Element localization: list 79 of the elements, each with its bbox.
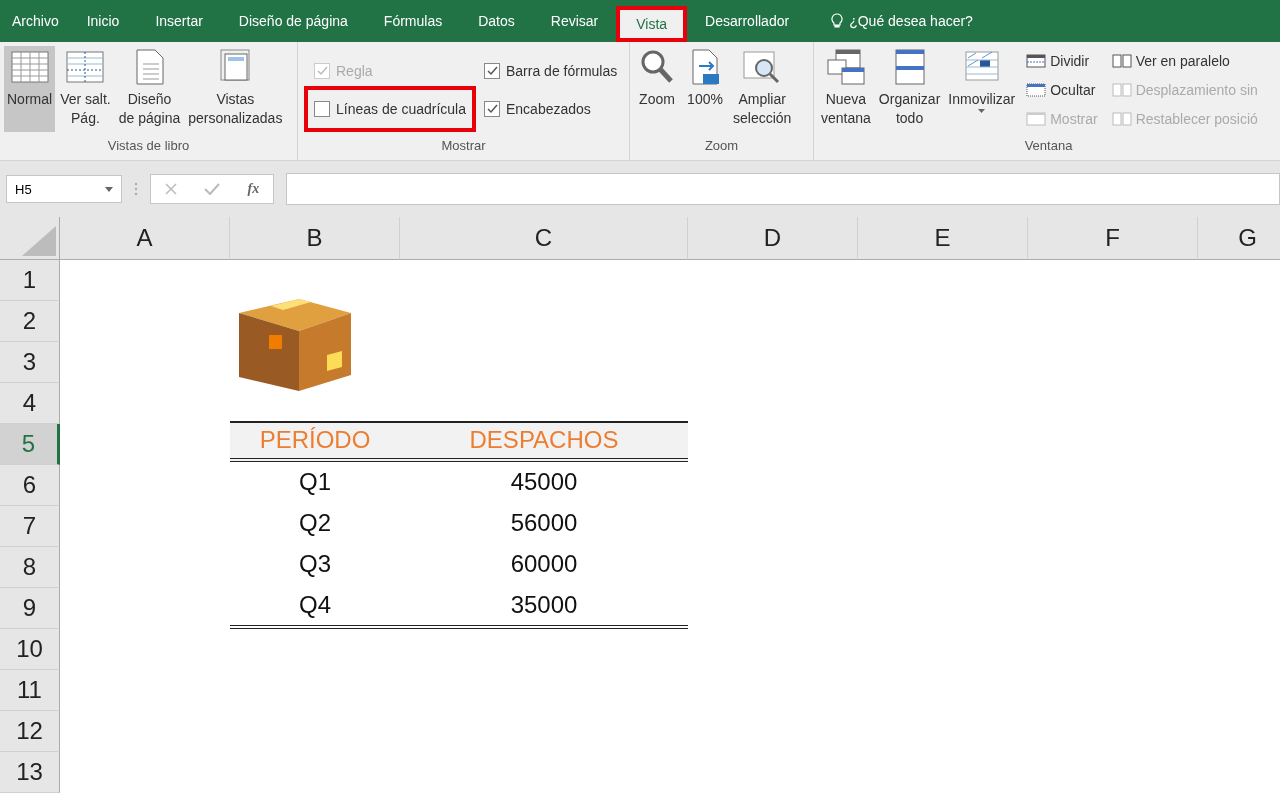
ribbon-small-button[interactable]: Dividir — [1024, 46, 1100, 75]
group-label: Mostrar — [440, 138, 487, 155]
tell-me-field[interactable]: ¿Qué desea hacer? — [849, 13, 973, 29]
ribbon-button[interactable]: Vistas personalizadas — [185, 46, 286, 132]
grip-icon — [134, 182, 138, 196]
table-cell-text: Q3 — [298, 548, 332, 579]
close-icon[interactable] — [164, 183, 177, 195]
column-header[interactable]: D — [688, 217, 858, 260]
table-header-cell-text: PERÍODO — [258, 425, 372, 456]
ribbon-small-button[interactable]: Ver en paralelo — [1109, 46, 1260, 75]
column-header[interactable]: B — [230, 217, 400, 260]
ribbon-tab[interactable]: Revisar — [532, 0, 617, 42]
group-label: Vistas de libro — [106, 138, 191, 155]
row-header[interactable]: 4 — [0, 383, 60, 424]
ribbon-button[interactable]: Zoom — [634, 46, 680, 132]
grid-icon — [9, 48, 50, 86]
row-header[interactable]: 1 — [0, 260, 60, 301]
row-header[interactable]: 9 — [0, 588, 60, 629]
table-header-cell-text: DESPACHOS — [468, 425, 620, 456]
table-cell-text: 56000 — [509, 508, 579, 538]
table-cell-text: Q4 — [298, 589, 332, 620]
pages-icon — [1111, 110, 1132, 127]
ribbon-tab[interactable]: Inicio — [68, 0, 138, 42]
insert-function-button[interactable]: fx — [247, 181, 260, 197]
ribbon-tab[interactable]: Diseño de página — [220, 0, 366, 42]
ribbon-tab[interactable]: Fórmulas — [365, 0, 461, 42]
lightbulb-icon — [831, 13, 844, 29]
checkbox-option[interactable]: Encabezados — [478, 90, 624, 128]
row-header[interactable]: 7 — [0, 506, 60, 547]
ribbon-tab[interactable]: Insertar — [137, 0, 221, 42]
ribbon-button[interactable]: Organizar todo — [875, 46, 944, 132]
row-header[interactable]: 12 — [0, 711, 60, 752]
column-header[interactable]: F — [1028, 217, 1198, 260]
row-header[interactable]: 11 — [0, 670, 60, 711]
split-icon — [1026, 52, 1047, 69]
windows-icon — [825, 48, 866, 86]
row-header[interactable]: 8 — [0, 547, 60, 588]
row-header[interactable]: 5 — [0, 424, 60, 465]
ribbon-tab[interactable]: Desarrollador — [687, 0, 808, 42]
group-label: Zoom — [703, 138, 740, 155]
formula-input[interactable] — [286, 173, 1280, 205]
pages-icon — [1111, 81, 1132, 98]
column-header[interactable]: A — [60, 217, 230, 260]
table-cell-text: Q1 — [298, 467, 332, 498]
row-header[interactable]: 3 — [0, 342, 60, 383]
column-header[interactable]: E — [858, 217, 1028, 260]
ribbon-button[interactable]: Nueva ventana — [818, 46, 874, 132]
window-icon — [1026, 81, 1047, 98]
ribbon-button[interactable]: Normal — [4, 46, 56, 132]
checkbox-option[interactable]: Barra de fórmulas — [478, 52, 624, 90]
table-cell-text: 45000 — [509, 467, 579, 498]
column-header[interactable]: C — [400, 217, 688, 260]
pages-icon — [1111, 52, 1132, 69]
table-cell-text: 60000 — [509, 548, 579, 579]
row-header[interactable]: 10 — [0, 629, 60, 670]
check-icon[interactable] — [204, 183, 221, 195]
group-label: Ventana — [1023, 138, 1074, 155]
column-header[interactable]: G — [1198, 217, 1280, 260]
ribbon-tab[interactable]: Datos — [460, 0, 533, 42]
ribbon-button[interactable]: Ver salt. Pág. — [57, 46, 114, 132]
table-cell-text: Q2 — [298, 508, 332, 538]
row-header[interactable]: 2 — [0, 301, 60, 342]
ribbon-button[interactable]: Diseño de página — [115, 46, 184, 132]
check-icon — [316, 65, 328, 77]
ribbon-button[interactable]: Inmovilizar — [945, 46, 1019, 132]
ribbon-small-button[interactable]: Ocultar — [1024, 75, 1100, 104]
row-header[interactable]: 6 — [0, 465, 60, 506]
window-icon — [1026, 110, 1047, 127]
page-grid-icon — [65, 48, 106, 86]
check-icon — [486, 103, 498, 115]
ribbon-button[interactable]: Ampliar selección — [730, 46, 795, 132]
select-all-corner[interactable] — [0, 217, 60, 260]
table-cell-text: 35000 — [509, 589, 579, 620]
ribbon-tab[interactable]: Archivo — [2, 0, 69, 42]
ribbon-button[interactable]: 100% — [682, 46, 728, 132]
row-header[interactable]: 13 — [0, 752, 60, 793]
check-icon — [486, 65, 498, 77]
ribbon-tab[interactable]: Vista — [616, 6, 688, 42]
name-box[interactable]: H5 — [6, 175, 122, 203]
